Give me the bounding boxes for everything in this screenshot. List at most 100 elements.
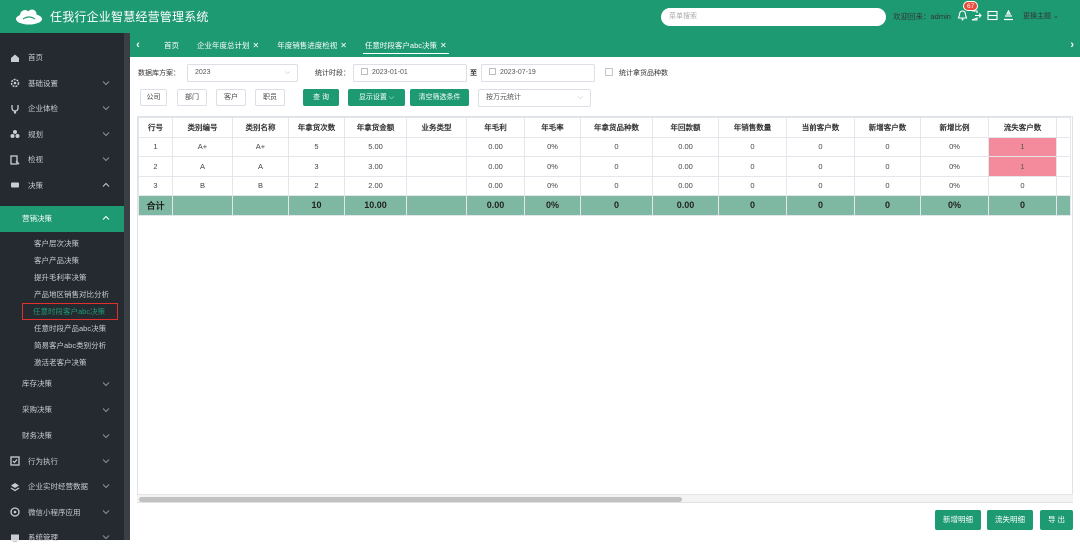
chevron-down-icon bbox=[102, 407, 110, 412]
close-icon[interactable]: ✕ bbox=[440, 41, 447, 50]
sidebar-item-label: 首页 bbox=[28, 53, 43, 63]
sidebar-sub-item[interactable]: 激活老客户决策 bbox=[0, 354, 124, 371]
lost-detail-button[interactable]: 流失明细 bbox=[987, 510, 1033, 530]
tabs-scroll-right-icon[interactable]: › bbox=[1070, 39, 1074, 51]
sidebar-item-basic-settings[interactable]: 基础设置 bbox=[0, 71, 124, 97]
scrollbar-thumb[interactable] bbox=[139, 496, 682, 502]
review-icon bbox=[10, 155, 20, 165]
tab-annual-plan[interactable]: 企业年度总计划 ✕ bbox=[197, 33, 259, 57]
export-button[interactable]: 导 出 bbox=[1040, 510, 1073, 530]
sidebar-sub-item[interactable]: 客户层次决策 bbox=[0, 235, 124, 252]
column-header[interactable]: 年回款额 bbox=[652, 117, 719, 138]
close-icon[interactable]: ✕ bbox=[340, 41, 347, 50]
column-header[interactable]: 年毛利 bbox=[466, 117, 525, 138]
dimension-department-button[interactable]: 部门 bbox=[177, 89, 207, 106]
table-cell: B bbox=[232, 175, 289, 196]
sidebar-sub-item[interactable]: 任意时段产品abc决策 bbox=[0, 320, 124, 337]
sidebar-item-execution[interactable]: 行为执行 bbox=[0, 449, 124, 475]
date-from-input[interactable]: 2023-01-01 bbox=[353, 64, 467, 82]
column-header[interactable]: 类别名称 bbox=[232, 117, 289, 138]
sidebar-sub-item[interactable]: 简易客户abc类别分析 bbox=[0, 337, 124, 354]
chevron-up-icon bbox=[102, 182, 110, 187]
column-header[interactable]: 新增客户数 bbox=[854, 117, 921, 138]
query-button[interactable]: 查 询 bbox=[303, 89, 339, 106]
column-header[interactable]: 行号 bbox=[138, 117, 173, 138]
new-detail-button[interactable]: 新增明细 bbox=[935, 510, 981, 530]
table-cell: 0 bbox=[786, 136, 855, 157]
tab-home[interactable]: 首页 bbox=[164, 33, 179, 57]
table-cell: 0 bbox=[580, 136, 653, 157]
table-cell: 0 bbox=[988, 175, 1057, 196]
sidebar-sub-item[interactable]: 提升毛利率决策 bbox=[0, 269, 124, 286]
date-to-input[interactable]: 2023-07-19 bbox=[481, 64, 595, 82]
sidebar-item-home[interactable]: 首页 bbox=[0, 45, 124, 71]
table-cell: A bbox=[172, 156, 233, 177]
column-header[interactable]: 流失客户数 bbox=[988, 117, 1057, 138]
db-scheme-value: 2023 bbox=[195, 69, 211, 76]
sidebar-item-health-check[interactable]: 企业体检 bbox=[0, 96, 124, 122]
table-cell: A+ bbox=[232, 136, 289, 157]
stat-mode-select[interactable]: 按万元统计 ⌵ bbox=[478, 89, 591, 107]
sidebar-group-inventory[interactable]: 库存决策 bbox=[0, 371, 124, 397]
date-to-value: 2023-07-19 bbox=[500, 69, 536, 76]
sidebar-sub-item[interactable]: 客户产品决策 bbox=[0, 252, 124, 269]
table-header-row: 行号 类别编号 类别名称 年拿货次数 年拿货金额 业务类型 年毛利 年毛率 年拿… bbox=[138, 117, 1071, 138]
close-icon[interactable]: ✕ bbox=[253, 41, 260, 50]
dimension-company-button[interactable]: 公司 bbox=[140, 89, 167, 106]
table-cell: 0.00 bbox=[652, 175, 719, 196]
dimension-staff-button[interactable]: 职员 bbox=[255, 89, 285, 106]
bell-icon[interactable] bbox=[957, 10, 968, 21]
table-cell: 0 bbox=[786, 175, 855, 196]
table-cell: 1 bbox=[988, 136, 1057, 157]
column-header[interactable]: 年拿货次数 bbox=[288, 117, 345, 138]
column-header[interactable]: 业务类型 bbox=[406, 117, 467, 138]
sidebar-sub-item[interactable]: 产品地区销售对比分析 bbox=[0, 286, 124, 303]
chevron-down-icon: ⌵ bbox=[284, 69, 290, 76]
sidebar-sub-item-current[interactable]: 任意时段客户abc决策 bbox=[22, 302, 118, 320]
table-cell: 0% bbox=[524, 156, 581, 177]
table-cell bbox=[406, 156, 467, 177]
sidebar-item-realtime-data[interactable]: 企业实时经营数据 bbox=[0, 474, 124, 500]
sidebar-item-wechat-app[interactable]: 微信小程序应用 bbox=[0, 500, 124, 526]
tab-bar: ‹ 首页 企业年度总计划 ✕ 年度销售进度检视 ✕ 任意时段客户abc决策 ✕ › bbox=[130, 33, 1080, 57]
theme-icon[interactable] bbox=[1003, 9, 1014, 21]
display-settings-button[interactable]: 显示设置 ⌵ bbox=[348, 89, 405, 106]
table-row[interactable]: 1 A+ A+ 5 5.00 0.00 0% 0 0.00 0 0 0 0% 1 bbox=[138, 136, 1071, 157]
sidebar-group-purchase[interactable]: 采购决策 bbox=[0, 397, 124, 423]
sidebar-item-label: 基础设置 bbox=[28, 78, 58, 88]
horizontal-scrollbar[interactable] bbox=[137, 494, 1073, 502]
table-cell: 0 bbox=[786, 156, 855, 177]
theme-switcher[interactable]: 更换主题 ⌄ bbox=[1023, 11, 1059, 21]
sidebar-group-finance[interactable]: 财务决策 bbox=[0, 423, 124, 449]
clear-filters-button[interactable]: 清空筛选条件 bbox=[410, 89, 469, 106]
column-header[interactable]: 新增比例 bbox=[920, 117, 989, 138]
count-kinds-checkbox[interactable] bbox=[605, 68, 613, 76]
sidebar-item-planning[interactable]: 规划 bbox=[0, 122, 124, 148]
table-cell: 0 bbox=[718, 195, 787, 216]
tab-customer-abc[interactable]: 任意时段客户abc决策 ✕ bbox=[362, 33, 449, 57]
table-cell-filler bbox=[1056, 136, 1071, 157]
logout-icon[interactable] bbox=[971, 10, 982, 21]
tab-sales-progress[interactable]: 年度销售进度检视 ✕ bbox=[277, 33, 347, 57]
fullscreen-icon[interactable] bbox=[987, 10, 998, 21]
column-header[interactable]: 年拿货金额 bbox=[344, 117, 407, 138]
table-cell: 0.00 bbox=[466, 175, 525, 196]
table-total-row[interactable]: 合计 10 10.00 0.00 0% 0 0.00 0 0 0 0% 0 bbox=[138, 195, 1071, 216]
dimension-customer-button[interactable]: 客户 bbox=[216, 89, 246, 106]
column-header[interactable]: 年毛率 bbox=[524, 117, 581, 138]
sidebar-item-decision[interactable]: 决策 bbox=[0, 173, 124, 199]
tabs-scroll-left-icon[interactable]: ‹ bbox=[130, 39, 146, 51]
menu-search-input[interactable]: 菜单搜索 bbox=[661, 8, 886, 26]
table-cell: 0 bbox=[786, 195, 855, 216]
sidebar-item-system[interactable]: 系统管理 bbox=[0, 525, 124, 551]
db-scheme-select[interactable]: 2023 ⌵ bbox=[187, 64, 298, 82]
tab-label: 企业年度总计划 bbox=[197, 40, 250, 50]
column-header[interactable]: 年拿货品种数 bbox=[580, 117, 653, 138]
column-header[interactable]: 类别编号 bbox=[172, 117, 233, 138]
column-header[interactable]: 年销售数量 bbox=[718, 117, 787, 138]
sidebar-group-marketing[interactable]: 营销决策 bbox=[0, 206, 124, 232]
table-row[interactable]: 2 A A 3 3.00 0.00 0% 0 0.00 0 0 0 0% 1 bbox=[138, 156, 1071, 177]
column-header[interactable]: 当前客户数 bbox=[786, 117, 855, 138]
sidebar-item-review[interactable]: 检视 bbox=[0, 147, 124, 173]
table-row[interactable]: 3 B B 2 2.00 0.00 0% 0 0.00 0 0 0 0% 0 bbox=[138, 175, 1071, 196]
